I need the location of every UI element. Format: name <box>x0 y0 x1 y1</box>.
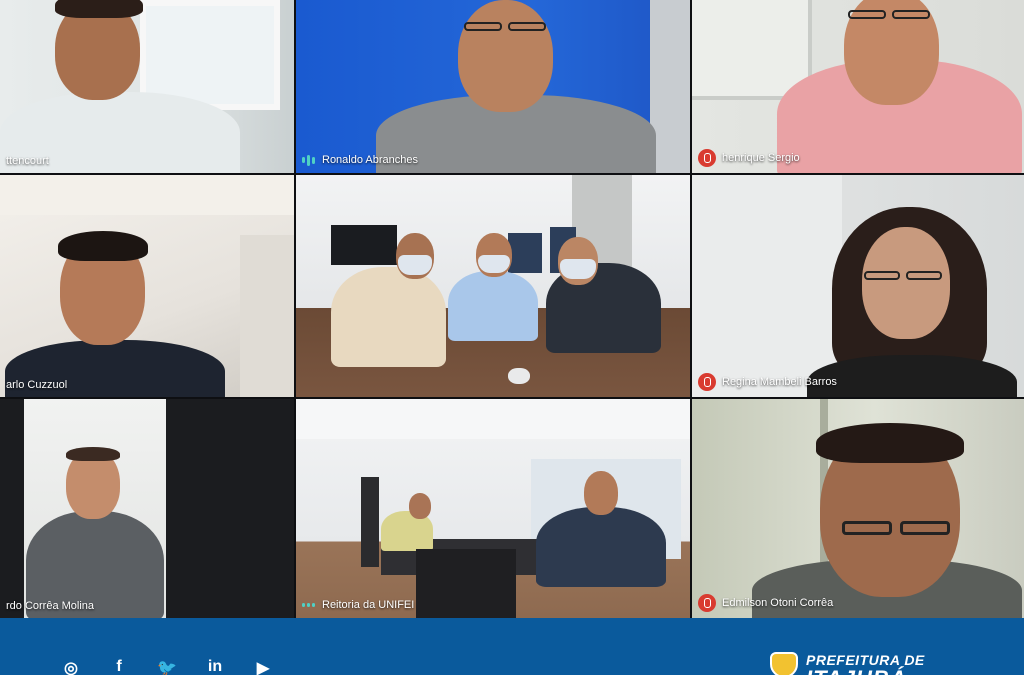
speaking-indicator-icon <box>302 153 316 167</box>
mic-muted-icon <box>698 149 716 167</box>
participant-video <box>692 175 1024 397</box>
participant-name-tag: Reitoria da UNIFEI <box>302 598 414 612</box>
participant-video <box>0 175 294 397</box>
participant-video <box>296 175 690 397</box>
participant-name-tag: Edmilson Otoni Corrêa <box>698 594 833 612</box>
participant-name: arlo Cuzzuol <box>6 379 68 391</box>
participant-name-tag: henrique Sergio <box>698 149 800 167</box>
participant-name-tag: ttencourt <box>6 155 49 167</box>
video-tile-2[interactable]: Ronaldo Abranches <box>296 0 690 173</box>
video-tile-3[interactable]: henrique Sergio <box>692 0 1024 173</box>
youtube-icon[interactable]: ▶ <box>250 658 276 675</box>
participant-name: rdo Corrêa Molina <box>6 600 95 612</box>
video-tile-4[interactable]: arlo Cuzzuol <box>0 175 294 397</box>
linkedin-icon[interactable]: in <box>202 658 228 675</box>
video-tile-1[interactable]: ttencourt <box>0 0 294 173</box>
prefeitura-logo: PREFEITURA DE ITAJUBÁ <box>770 652 925 675</box>
participant-video <box>296 0 690 173</box>
participant-name: Regina Mambeli Barros <box>722 376 837 388</box>
video-tile-8[interactable]: Reitoria da UNIFEI <box>296 399 690 618</box>
city-crest-icon <box>770 652 798 675</box>
participant-name: ttencourt <box>6 155 49 167</box>
participant-name: Ronaldo Abranches <box>322 154 419 166</box>
participant-name-tag: rdo Corrêa Molina <box>6 600 94 612</box>
participant-grid: ttencourt Ronaldo Abranches henrique Ser… <box>0 0 1024 618</box>
participant-video <box>0 0 294 173</box>
facebook-icon[interactable]: f <box>106 658 132 675</box>
speaking-indicator-icon <box>302 598 316 612</box>
mic-muted-icon <box>698 373 716 391</box>
participant-name: Reitoria da UNIFEI <box>322 599 415 611</box>
participant-name: henrique Sergio <box>722 152 800 164</box>
twitter-icon[interactable]: 🐦 <box>154 658 180 675</box>
footer-bar: ◎ f 🐦 in ▶ PREFEITURA DE ITAJUBÁ <box>0 618 1024 675</box>
video-tile-5[interactable] <box>296 175 690 397</box>
video-tile-7[interactable]: rdo Corrêa Molina <box>0 399 294 618</box>
participant-name-tag: Ronaldo Abranches <box>302 153 418 167</box>
participant-name-tag: Regina Mambeli Barros <box>698 373 837 391</box>
participant-video <box>692 399 1024 618</box>
video-tile-9[interactable]: Edmilson Otoni Corrêa <box>692 399 1024 618</box>
participant-video <box>296 399 690 618</box>
participant-video <box>0 399 294 618</box>
social-links: ◎ f 🐦 in ▶ <box>58 658 276 675</box>
mic-muted-icon <box>698 594 716 612</box>
participant-name-tag: arlo Cuzzuol <box>6 379 67 391</box>
participant-name: Edmilson Otoni Corrêa <box>722 597 834 609</box>
video-tile-6[interactable]: Regina Mambeli Barros <box>692 175 1024 397</box>
video-call-screenshot: ttencourt Ronaldo Abranches henrique Ser… <box>0 0 1024 675</box>
instagram-icon[interactable]: ◎ <box>58 658 84 675</box>
participant-video <box>692 0 1024 173</box>
